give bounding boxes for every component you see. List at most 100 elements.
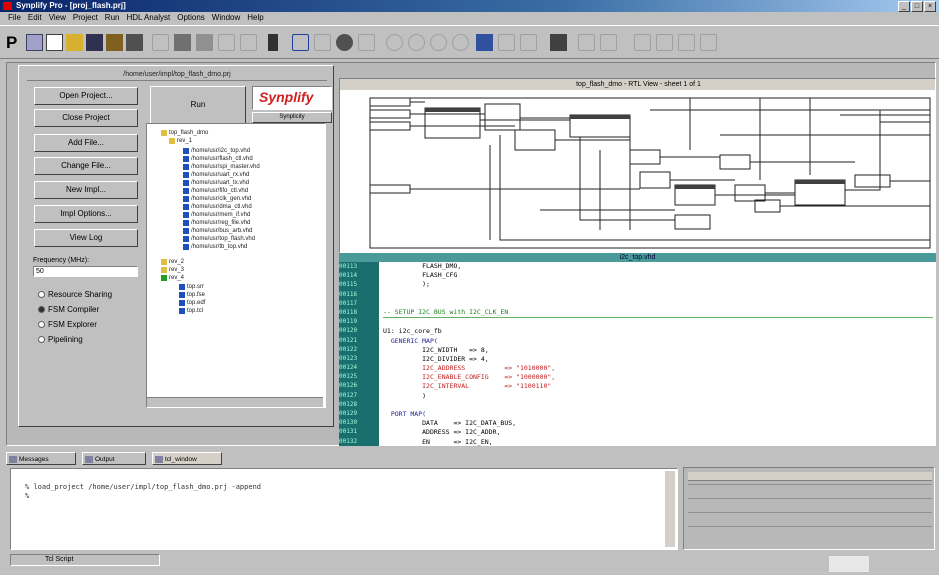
synplify-logo-icon[interactable]: P [6,34,23,51]
code-text-area[interactable]: FLASH_DMO, FLASH_CFG ); -- SETUP I2C BUS… [383,262,933,446]
view-log-button[interactable]: View Log [34,229,138,247]
tree-item[interactable]: rev_1 [169,137,192,145]
menu-edit[interactable]: Edit [28,12,42,24]
open-project-icon[interactable] [26,34,43,51]
close-button[interactable]: × [924,1,936,12]
tree-horizontal-scrollbar[interactable] [147,397,323,407]
find-icon[interactable] [268,34,278,51]
tree-item[interactable]: top.tcl [179,307,203,315]
schematic-canvas[interactable] [340,90,936,253]
flatten-icon[interactable] [600,34,617,51]
open-project-button[interactable]: Open Project... [34,87,138,105]
result-file-icon [179,300,185,306]
undo-icon[interactable] [218,34,235,51]
menu-window[interactable]: Window [212,12,240,24]
filter-icon[interactable] [578,34,595,51]
redo-icon[interactable] [240,34,257,51]
push-hierarchy-icon[interactable] [476,34,493,51]
tab-tcl-window[interactable]: tcl_window [152,452,222,465]
project-icon [161,130,167,136]
vhdl-file-icon [183,196,189,202]
impl-options-button[interactable]: Impl Options... [34,205,138,223]
menu-options[interactable]: Options [177,12,205,24]
new-impl-button[interactable]: New Impl... [34,181,138,199]
maximize-button[interactable]: □ [911,1,923,12]
line-number: 00119 [339,318,358,326]
tree-item[interactable]: /home/usr/fifo_ctl.vhd [183,187,248,195]
menu-run[interactable]: Run [105,12,120,24]
tree-item[interactable]: /home/usr/spi_master.vhd [183,163,260,171]
tree-item[interactable]: top.srr [179,283,204,291]
new-file-icon[interactable] [46,34,63,51]
tree-item[interactable]: /home/usr/mem_if.vhd [183,211,250,219]
tree-item[interactable]: /home/usr/reg_file.vhd [183,219,250,227]
zoom-out-icon[interactable] [408,34,425,51]
tree-item[interactable]: /home/usr/uart_rx.vhd [183,171,249,179]
zoom-full-icon[interactable] [452,34,469,51]
paste-icon[interactable] [196,34,213,51]
tree-item[interactable]: /home/usr/uart_tx.vhd [183,179,249,187]
line-number: 00125 [339,373,358,381]
tree-item[interactable]: top_flash_dmo [161,129,208,137]
copy-icon[interactable] [174,34,191,51]
tree-item[interactable]: rev_2 [161,258,184,266]
first-sheet-icon[interactable] [678,34,695,51]
tree-item[interactable]: /home/usr/bus_arb.vhd [183,227,252,235]
change-file-button[interactable]: Change File... [34,157,138,175]
back-icon[interactable] [498,34,515,51]
fsm-explorer-checkbox[interactable]: FSM Explorer [38,320,97,329]
last-sheet-icon[interactable] [700,34,717,51]
frequency-input[interactable]: 50 [33,266,138,277]
status-panel-header [688,472,932,481]
minimize-button[interactable]: _ [898,1,910,12]
menu-file[interactable]: File [8,12,21,24]
resource-sharing-checkbox[interactable]: Resource Sharing [38,290,112,299]
technology-view-icon[interactable] [550,34,567,51]
menu-help[interactable]: Help [247,12,263,24]
forward-icon[interactable] [520,34,537,51]
menu-hdl-analyst[interactable]: HDL Analyst [126,12,170,24]
menu-project[interactable]: Project [73,12,98,24]
tree-item[interactable]: top.edf [179,299,205,307]
tree-item[interactable]: /home/usr/dma_ctl.vhd [183,203,252,211]
tree-item[interactable]: rev_4 [161,274,184,282]
tree-item[interactable]: /home/usr/flash_ctl.vhd [183,155,253,163]
tree-item[interactable]: /home/usr/i2c_top.vhd [183,147,250,155]
tree-item[interactable]: rev_3 [161,266,184,274]
zoom-in-icon[interactable] [386,34,403,51]
tree-item[interactable]: /home/usr/tb_top.vhd [183,243,247,251]
tab-output[interactable]: Output [82,452,146,465]
code-line: ); [383,280,430,289]
tcl-vertical-scrollbar[interactable] [665,471,675,547]
tree-item[interactable]: /home/usr/top_flash.vhd [183,235,255,243]
save-icon[interactable] [86,34,103,51]
vhdl-file-icon [183,236,189,242]
rtl-view-icon[interactable] [358,34,375,51]
step-icon[interactable] [314,34,331,51]
next-sheet-icon[interactable] [656,34,673,51]
checkbox-indicator [38,321,45,328]
tree-item[interactable]: /home/usr/clk_gen.vhd [183,195,251,203]
cut-icon[interactable] [152,34,169,51]
option-label: Pipelining [48,335,83,344]
tcl-console[interactable]: % load_project /home/user/impl/top_flash… [10,468,678,550]
print-icon[interactable] [126,34,143,51]
stop-icon[interactable] [336,34,353,51]
zoom-fit-icon[interactable] [430,34,447,51]
run-icon[interactable] [292,34,309,51]
pipelining-checkbox[interactable]: Pipelining [38,335,83,344]
close-project-button[interactable]: Close Project [34,109,138,127]
save-all-icon[interactable] [106,34,123,51]
run-button[interactable]: Run [150,86,246,124]
tab-messages[interactable]: Messages [6,452,76,465]
synplicity-button[interactable]: Synplicity [252,112,332,123]
code-line: GENERIC MAP( [383,336,438,345]
add-file-button[interactable]: Add File... [34,134,138,152]
previous-sheet-icon[interactable] [634,34,651,51]
fsm-compiler-checkbox[interactable]: FSM Compiler [38,305,99,314]
open-folder-icon[interactable] [66,34,83,51]
tree-item[interactable]: top.fse [179,291,205,299]
menu-view[interactable]: View [49,12,66,24]
